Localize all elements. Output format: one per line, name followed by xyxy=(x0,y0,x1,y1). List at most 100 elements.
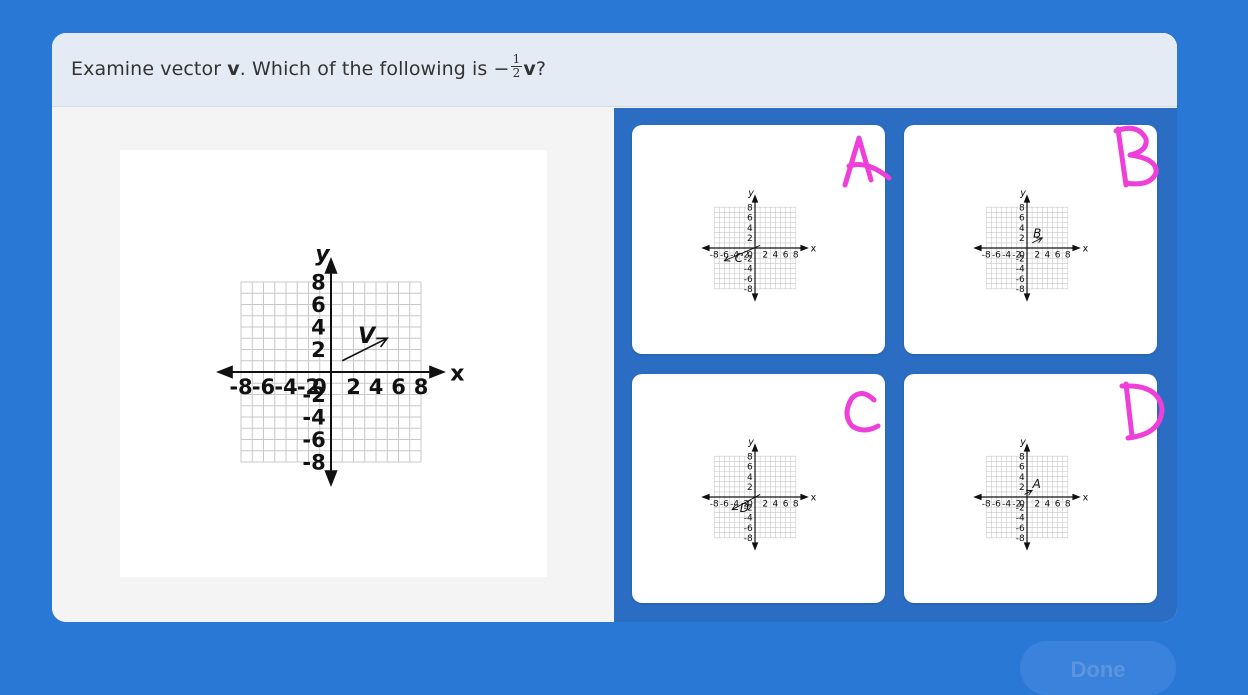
vector-symbol: v xyxy=(227,58,240,80)
x-tick-label: -4 xyxy=(1002,499,1011,509)
y-tick-label: 4 xyxy=(747,473,753,483)
y-tick-label: -6 xyxy=(744,524,753,534)
y-tick-label: -6 xyxy=(1016,524,1025,534)
y-tick-label: -4 xyxy=(1016,265,1025,275)
y-tick-label: -6 xyxy=(302,428,325,452)
x-tick-label: 0 xyxy=(747,250,753,260)
x-tick-label: 8 xyxy=(1065,250,1071,260)
question-card: Examine vector v. Which of the following… xyxy=(52,33,1177,622)
option-a[interactable]: -8 -8 -6 -6 -4 -4 -2 -2 0 2 2 4 4 6 6 8 8 x y C xyxy=(632,125,892,354)
y-axis-label: y xyxy=(747,188,754,199)
x-tick-label: 6 xyxy=(1055,499,1061,509)
x-tick-label: 8 xyxy=(793,250,799,260)
done-button[interactable]: Done xyxy=(1020,641,1176,695)
y-tick-label: -4 xyxy=(1016,514,1025,524)
y-tick-label: 4 xyxy=(747,224,753,234)
option-d[interactable]: -8 -8 -6 -6 -4 -4 -2 -2 0 2 2 4 4 6 6 8 8 x y A xyxy=(904,374,1165,603)
y-axis-label: y xyxy=(1019,188,1026,199)
y-tick-label: -8 xyxy=(744,285,753,295)
y-tick-label: 2 xyxy=(1019,483,1025,493)
x-axis-arrow-right xyxy=(1072,493,1081,501)
handwritten-b xyxy=(1113,125,1159,188)
x-tick-label: -6 xyxy=(992,250,1001,260)
question-bar: Examine vector v. Which of the following… xyxy=(52,33,1177,107)
y-tick-label: -8 xyxy=(744,534,753,544)
x-tick-label: 2 xyxy=(346,375,361,399)
x-tick-label: 6 xyxy=(391,375,406,399)
x-tick-label: 8 xyxy=(414,375,429,399)
x-axis-arrow-left xyxy=(701,244,710,252)
y-tick-label: 6 xyxy=(311,293,326,317)
y-tick-label: -8 xyxy=(302,450,325,474)
x-axis-label: x xyxy=(811,244,817,255)
y-tick-label: 6 xyxy=(1019,463,1025,473)
question-text: Examine vector v. Which of the following… xyxy=(71,52,546,81)
y-tick-label: -8 xyxy=(1016,285,1025,295)
option-b[interactable]: -8 -8 -6 -6 -4 -4 -2 -2 0 2 2 4 4 6 6 8 8 x y B xyxy=(904,125,1159,354)
option-vector-label: D xyxy=(740,501,749,515)
x-tick-label: 0 xyxy=(1019,250,1025,260)
x-tick-label: 0 xyxy=(1019,499,1025,509)
y-tick-label: 8 xyxy=(1019,452,1025,462)
x-tick-label: -6 xyxy=(992,499,1001,509)
y-tick-label: -6 xyxy=(744,275,753,285)
y-tick-label: -8 xyxy=(1016,534,1025,544)
x-axis-label: x xyxy=(450,361,464,386)
stimulus-panel: -8 -8 -6 -6 -4 -4 -2 -2 0 2 2 4 4 6 6 8 8 x y V xyxy=(52,108,614,622)
y-tick-label: 2 xyxy=(747,234,753,244)
y-tick-label: 6 xyxy=(747,214,753,224)
x-tick-label: 4 xyxy=(369,375,384,399)
y-tick-label: 6 xyxy=(747,463,753,473)
y-tick-label: 8 xyxy=(747,452,753,462)
y-tick-label: 2 xyxy=(747,483,753,493)
x-tick-label: 2 xyxy=(1034,250,1040,260)
x-axis-arrow-right xyxy=(1072,244,1081,252)
x-axis-arrow-left xyxy=(701,493,710,501)
x-tick-label: -6 xyxy=(720,499,729,509)
x-axis-arrow-right xyxy=(429,365,446,379)
x-tick-label: 2 xyxy=(1034,499,1040,509)
x-tick-label: 8 xyxy=(1065,499,1071,509)
y-tick-label: 8 xyxy=(1019,203,1025,213)
y-axis-label: y xyxy=(747,437,754,448)
handwritten-d xyxy=(1119,381,1165,441)
y-tick-label: -4 xyxy=(302,405,325,429)
x-tick-label: -4 xyxy=(1002,250,1011,260)
option-vector-label: A xyxy=(1032,477,1041,491)
y-tick-label: 4 xyxy=(311,315,326,339)
main-graph: -8 -8 -6 -6 -4 -4 -2 -2 0 2 2 4 4 6 6 8 8 x y V xyxy=(120,150,547,577)
x-tick-label: -4 xyxy=(274,375,297,399)
y-tick-label: -4 xyxy=(744,265,753,275)
y-tick-label: 4 xyxy=(1019,473,1025,483)
x-tick-label: -8 xyxy=(982,499,991,509)
x-tick-label: 0 xyxy=(312,375,327,399)
handwritten-a xyxy=(842,135,892,188)
option-vector-label: B xyxy=(1033,226,1041,240)
y-axis-label: y xyxy=(1019,437,1026,448)
y-tick-label: 8 xyxy=(747,203,753,213)
x-axis-label: x xyxy=(1083,493,1089,504)
y-tick-label: 8 xyxy=(311,270,326,294)
y-tick-label: 4 xyxy=(1019,224,1025,234)
x-tick-label: -8 xyxy=(710,250,719,260)
x-axis-arrow-right xyxy=(800,244,809,252)
x-axis-label: x xyxy=(1083,244,1089,255)
answer-options-panel: -8 -8 -6 -6 -4 -4 -2 -2 0 2 2 4 4 6 6 8 8 x y C -8 -8 -6 -6 -4-… xyxy=(614,108,1177,622)
y-tick-label: 6 xyxy=(1019,214,1025,224)
x-tick-label: -8 xyxy=(229,375,252,399)
y-tick-label: 2 xyxy=(311,338,326,362)
x-tick-label: 2 xyxy=(762,250,768,260)
x-tick-label: 6 xyxy=(783,250,789,260)
fraction: 12 xyxy=(510,52,523,80)
main-graph-svg: -8-8-6-6-4-4-2-20 22446688xyV xyxy=(216,242,464,487)
y-tick-label: 2 xyxy=(1019,234,1025,244)
x-axis-arrow-right xyxy=(800,493,809,501)
y-tick-label: -6 xyxy=(1016,275,1025,285)
x-axis-label: x xyxy=(811,493,817,504)
x-tick-label: 6 xyxy=(783,499,789,509)
x-tick-label: 4 xyxy=(773,250,779,260)
x-tick-label: 6 xyxy=(1055,250,1061,260)
y-axis-arrow-down xyxy=(324,470,338,487)
option-c[interactable]: -8 -8 -6 -6 -4 -4 -2 -2 0 2 2 4 4 6 6 8 8 x y D xyxy=(632,374,885,603)
vector-label: V xyxy=(358,324,377,349)
